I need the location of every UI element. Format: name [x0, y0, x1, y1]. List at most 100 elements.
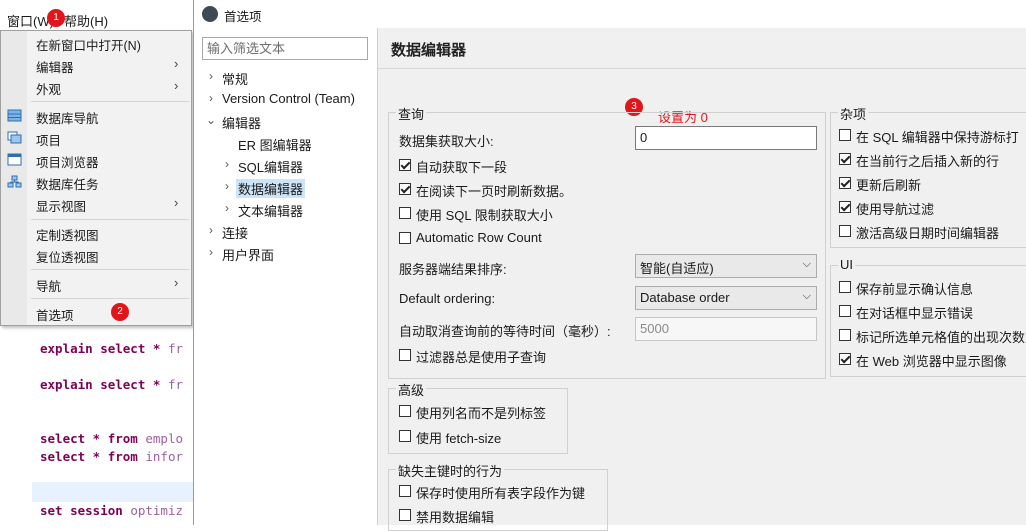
nav-filter-checkbox[interactable] [839, 201, 851, 213]
menu-item-preferences[interactable]: 首选项 [1, 302, 191, 324]
app-logo-icon [202, 6, 218, 22]
database-navigator-icon [7, 109, 22, 122]
keep-cursor-checkbox[interactable] [839, 129, 851, 141]
sql-limit-checkbox[interactable] [399, 207, 411, 219]
keep-cursor-label: 在 SQL 编辑器中保持游标打 [856, 130, 1019, 145]
database-tasks-icon [7, 175, 22, 188]
mark-count-label: 标记所选单元格值的出现次数 [856, 330, 1026, 345]
collapse-arrow-icon[interactable]: ⌄ [204, 113, 218, 127]
menu-item-project-explorer[interactable]: 项目浏览器 [1, 149, 191, 171]
project-explorer-icon [7, 153, 22, 166]
code-keyword: select * from [40, 431, 138, 446]
preferences-page: 数据编辑器 3 设置为 0 查询 数据集获取大小: 0 自动获取下一段 在阅读下… [378, 28, 1026, 531]
code-keyword: set session [40, 503, 123, 518]
code-identifier: fr [160, 377, 183, 392]
expand-arrow-icon[interactable]: › [220, 201, 234, 215]
expand-arrow-icon[interactable]: › [220, 157, 234, 171]
filter-subquery-checkbox[interactable] [399, 349, 411, 361]
tree-item-label: 文本编辑器 [238, 204, 304, 219]
menu-item-label: 项目 [36, 134, 62, 148]
expand-arrow-icon[interactable]: › [204, 245, 218, 259]
all-cols-key-label: 保存时使用所有表字段作为键 [416, 486, 586, 501]
menu-item-label: 编辑器 [36, 61, 74, 75]
all-cols-key-checkbox[interactable] [399, 485, 411, 497]
menu-item-label: 项目浏览器 [36, 156, 99, 170]
menu-help[interactable]: 帮助(H) [64, 11, 108, 30]
code-line: select * from emplo [40, 431, 183, 446]
menu-item-editor[interactable]: 编辑器 › [1, 54, 191, 76]
tree-item-label: Version Control (Team) [222, 91, 355, 106]
code-line: select * from infor [40, 449, 183, 464]
tree-item-label: 用户界面 [222, 248, 275, 263]
menu-item-label: 数据库导航 [36, 112, 99, 126]
code-keyword: explain select * [40, 341, 161, 356]
adv-date-editor-label: 激活高级日期时间编辑器 [856, 226, 1000, 241]
disable-edit-label: 禁用数据编辑 [416, 510, 495, 525]
server-sort-select[interactable]: 智能(自适应) ⌵ [635, 254, 817, 278]
code-line: explain select * fr [40, 341, 183, 356]
chevron-down-icon: ⌵ [802, 258, 811, 270]
filter-subquery-label: 过滤器总是使用子查询 [416, 350, 547, 365]
dialog-title: 首选项 [224, 10, 262, 24]
row-count-label: Automatic Row Count [416, 230, 542, 245]
web-images-checkbox[interactable] [839, 353, 851, 365]
row-count-checkbox[interactable] [399, 232, 411, 244]
submenu-arrow-icon: › [174, 56, 179, 71]
fetch-size-input[interactable]: 0 [635, 126, 817, 150]
cancel-wait-label: 自动取消查询前的等待时间（毫秒）: [399, 324, 611, 339]
menu-item-open-new-window[interactable]: 在新窗口中打开(N) [1, 32, 191, 54]
menu-item-show-view[interactable]: 显示视图 › [1, 193, 191, 215]
adv-date-editor-checkbox[interactable] [839, 225, 851, 237]
show-errors-label: 在对话框中显示错误 [856, 306, 974, 321]
default-order-value: Database order [640, 290, 730, 305]
menu-item-label: 外观 [36, 83, 62, 97]
show-errors-checkbox[interactable] [839, 305, 851, 317]
menu-item-database-navigator[interactable]: 数据库导航 [1, 105, 191, 127]
server-sort-label: 服务器端结果排序: [399, 262, 507, 277]
code-keyword: select * from [40, 449, 138, 464]
nav-filter-label: 使用导航过滤 [856, 202, 935, 217]
menu-item-projects[interactable]: 项目 [1, 127, 191, 149]
mark-count-checkbox[interactable] [839, 329, 851, 341]
submenu-arrow-icon: › [174, 195, 179, 210]
sql-limit-label: 使用 SQL 限制获取大小 [416, 208, 553, 223]
col-names-checkbox[interactable] [399, 405, 411, 417]
use-fetch-size-checkbox[interactable] [399, 430, 411, 442]
menu-item-reset-perspective[interactable]: 复位透视图 [1, 244, 191, 266]
refresh-on-next-checkbox[interactable] [399, 183, 411, 195]
projects-icon [7, 131, 22, 144]
expand-arrow-icon[interactable]: › [204, 69, 218, 83]
tree-item-label: 数据编辑器 [236, 179, 306, 198]
menu-item-database-tasks[interactable]: 数据库任务 [1, 171, 191, 193]
code-line: explain select * fr [40, 377, 183, 392]
default-order-select[interactable]: Database order ⌵ [635, 286, 817, 310]
tree-item-label: ER 图编辑器 [238, 138, 312, 153]
step-badge-1: 1 [47, 9, 65, 27]
confirm-save-label: 保存前显示确认信息 [856, 282, 974, 297]
menu-separator [31, 101, 189, 102]
use-fetch-size-label: 使用 fetch-size [416, 431, 502, 446]
insert-after-checkbox[interactable] [839, 153, 851, 165]
auto-fetch-checkbox[interactable] [399, 159, 411, 171]
dialog-titlebar[interactable]: 首选项 [194, 0, 1026, 28]
refresh-after-checkbox[interactable] [839, 177, 851, 189]
menu-item-navigation[interactable]: 导航 › [1, 273, 191, 295]
menu-item-label: 定制透视图 [36, 229, 99, 243]
code-identifier: fr [160, 341, 183, 356]
menu-item-label: 首选项 [36, 309, 74, 323]
filter-input[interactable] [202, 37, 368, 60]
disable-edit-checkbox[interactable] [399, 509, 411, 521]
expand-arrow-icon[interactable]: › [220, 179, 234, 193]
chevron-down-icon: ⌵ [802, 290, 811, 302]
title-divider [378, 68, 1026, 69]
menu-item-appearance[interactable]: 外观 › [1, 76, 191, 98]
confirm-save-checkbox[interactable] [839, 281, 851, 293]
expand-arrow-icon[interactable]: › [204, 91, 218, 105]
code-identifier: emplo [137, 431, 183, 446]
expand-arrow-icon[interactable]: › [204, 223, 218, 237]
fetch-size-label: 数据集获取大小: [399, 134, 494, 149]
missing-key-group-title: 缺失主键时的行为 [396, 461, 505, 480]
misc-group-title: 杂项 [838, 104, 869, 123]
auto-fetch-label: 自动获取下一段 [416, 160, 508, 175]
menu-item-customize-perspective[interactable]: 定制透视图 [1, 222, 191, 244]
